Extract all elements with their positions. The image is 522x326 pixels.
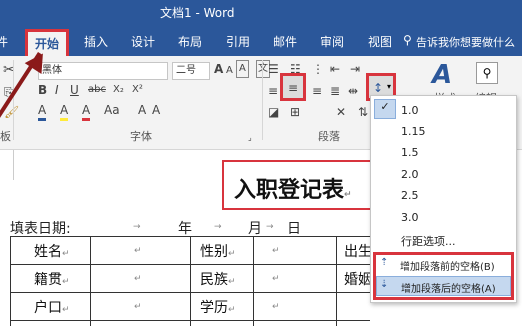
table-cell[interactable]: 性别↵ bbox=[200, 241, 236, 261]
cell-mark: ↵ bbox=[272, 274, 280, 284]
change-case-button[interactable]: Aa bbox=[104, 102, 120, 118]
table-border bbox=[190, 236, 191, 326]
text-effects-button[interactable]: A bbox=[38, 102, 47, 121]
tab-layout[interactable]: 布局 bbox=[178, 33, 202, 50]
font-size-dropdown[interactable]: 二号 bbox=[172, 62, 210, 80]
search-icon[interactable]: ⚲ bbox=[476, 62, 498, 84]
justify-icon[interactable]: ≣ bbox=[330, 83, 340, 99]
clear-format-button[interactable]: A bbox=[236, 60, 249, 78]
font-name-dropdown[interactable]: 黑体 bbox=[38, 62, 168, 80]
cell-mark: ↵ bbox=[134, 302, 142, 312]
chevron-down-icon: ▾ bbox=[387, 82, 392, 91]
borders-icon[interactable]: ⊞ bbox=[290, 104, 300, 120]
paragraph-mark: ↵ bbox=[344, 190, 352, 200]
table-cell[interactable]: 户口↵ bbox=[34, 297, 70, 317]
increase-indent-icon[interactable]: ⇥ bbox=[350, 61, 360, 77]
group-separator bbox=[13, 60, 14, 140]
cell-mark: ↵ bbox=[272, 302, 280, 312]
table-cell[interactable]: 学历↵ bbox=[200, 297, 236, 317]
multilevel-list-icon[interactable]: ⋮ bbox=[312, 61, 324, 77]
tell-me-box[interactable]: 告诉我你想要做什么 bbox=[416, 34, 515, 50]
subscript-button[interactable]: X₂ bbox=[113, 82, 124, 98]
table-cell[interactable]: 姓名↵ bbox=[34, 241, 70, 261]
menu-item-2-0[interactable]: 2.0 bbox=[401, 168, 419, 181]
window-title: 文档1 - Word bbox=[160, 6, 235, 20]
menu-item-1-15[interactable]: 1.15 bbox=[401, 125, 426, 138]
menu-item-2-5[interactable]: 2.5 bbox=[401, 189, 419, 202]
month-label: 月 bbox=[248, 221, 262, 237]
distributed-icon[interactable]: ⇹ bbox=[348, 83, 358, 99]
cell-mark: ↵ bbox=[272, 246, 280, 256]
tab-mark: → bbox=[266, 222, 274, 232]
font-dialog-launcher-icon[interactable]: ⌟ bbox=[248, 130, 252, 146]
shrink-font-button[interactable]: A bbox=[226, 63, 233, 79]
tab-references[interactable]: 引用 bbox=[226, 33, 250, 50]
group-separator bbox=[262, 60, 263, 140]
tab-design[interactable]: 设计 bbox=[131, 33, 155, 50]
add-space-before-icon: ⇡ bbox=[380, 257, 389, 268]
add-space-after-icon: ⇣ bbox=[380, 279, 389, 290]
align-center-button[interactable]: ≡ bbox=[280, 73, 306, 101]
grow-font-button[interactable]: A bbox=[214, 61, 223, 77]
tab-file[interactable]: 件 bbox=[0, 33, 8, 50]
align-center-icon: ≡ bbox=[288, 81, 299, 95]
table-border bbox=[253, 236, 254, 326]
tab-mark: → bbox=[133, 222, 141, 232]
align-left-icon[interactable]: ≡ bbox=[268, 83, 278, 99]
table-cell[interactable]: 籍贯↵ bbox=[34, 269, 70, 289]
checkmark-icon: ✓ bbox=[374, 99, 396, 119]
paragraph-group-label: 段落 bbox=[318, 130, 340, 143]
strikethrough-button[interactable]: abc bbox=[88, 82, 106, 98]
menu-item-1-0[interactable]: 1.0 bbox=[401, 104, 419, 117]
tab-mark: → bbox=[214, 222, 222, 232]
font-color-button[interactable]: A bbox=[82, 102, 91, 121]
styles-icon[interactable]: A bbox=[432, 60, 452, 90]
vertical-ruler bbox=[0, 150, 14, 180]
font-group-label: 字体 bbox=[130, 130, 152, 143]
cell-mark: ↵ bbox=[134, 274, 142, 284]
enclose-char-button[interactable]: A bbox=[152, 102, 160, 118]
title-bar bbox=[0, 0, 522, 26]
shading-icon[interactable]: ◪ bbox=[268, 104, 279, 120]
table-cell[interactable]: 出生 bbox=[344, 241, 372, 261]
bullets-icon[interactable]: ☰ bbox=[268, 61, 279, 77]
cell-mark: ↵ bbox=[134, 246, 142, 256]
highlight-button[interactable]: A bbox=[60, 102, 69, 121]
table-border bbox=[336, 236, 337, 326]
clipboard-group-label: 板 bbox=[0, 130, 11, 143]
document-heading[interactable]: 入职登记表↵ bbox=[222, 160, 374, 210]
superscript-button[interactable]: X² bbox=[132, 82, 143, 98]
asian-layout-icon[interactable]: ✕ bbox=[336, 104, 346, 120]
char-shading-button[interactable]: A bbox=[138, 102, 146, 118]
tab-review[interactable]: 审阅 bbox=[320, 33, 344, 50]
date-line-label: 填表日期: bbox=[10, 221, 71, 237]
info-table: 姓名↵ ↵ 性别↵ ↵ 出生 籍贯↵ ↵ 民族↵ ↵ 婚姻 户口↵ ↵ 学历↵ … bbox=[10, 236, 372, 326]
underline-button[interactable]: U bbox=[70, 82, 79, 98]
sort-icon[interactable]: ⇅ bbox=[358, 104, 368, 120]
table-cell[interactable]: 民族↵ bbox=[200, 269, 236, 289]
table-cell[interactable]: 婚姻 bbox=[344, 269, 372, 289]
table-border bbox=[10, 236, 11, 326]
line-spacing-icon: ↕ bbox=[373, 81, 384, 95]
menu-item-add-space-after[interactable]: ⇣ 增加段落后的空格(A) bbox=[376, 276, 511, 296]
lightbulb-icon: ⚲ bbox=[403, 33, 412, 47]
tab-insert[interactable]: 插入 bbox=[84, 33, 108, 50]
day-label: 日 bbox=[287, 221, 301, 237]
italic-button[interactable]: I bbox=[55, 82, 59, 98]
line-spacing-menu: ✓ 1.0 1.15 1.5 2.0 2.5 3.0 行距选项... ⇡ 增加段… bbox=[370, 95, 517, 303]
menu-item-3-0[interactable]: 3.0 bbox=[401, 211, 419, 224]
decrease-indent-icon[interactable]: ⇤ bbox=[330, 61, 340, 77]
menu-item-line-spacing-options[interactable]: 行距选项... bbox=[401, 233, 456, 249]
tab-mailings[interactable]: 邮件 bbox=[273, 33, 297, 50]
year-label: 年 bbox=[178, 221, 192, 237]
table-border bbox=[90, 236, 91, 326]
align-right-icon[interactable]: ≡ bbox=[312, 83, 322, 99]
menu-item-1-5[interactable]: 1.5 bbox=[401, 146, 419, 159]
spacing-options-box: ⇡ 增加段落前的空格(B) ⇣ 增加段落后的空格(A) bbox=[373, 252, 514, 300]
bold-button[interactable]: B bbox=[38, 82, 47, 98]
menu-item-add-space-before[interactable]: 增加段落前的空格(B) bbox=[400, 258, 495, 273]
tab-view[interactable]: 视图 bbox=[368, 33, 392, 50]
